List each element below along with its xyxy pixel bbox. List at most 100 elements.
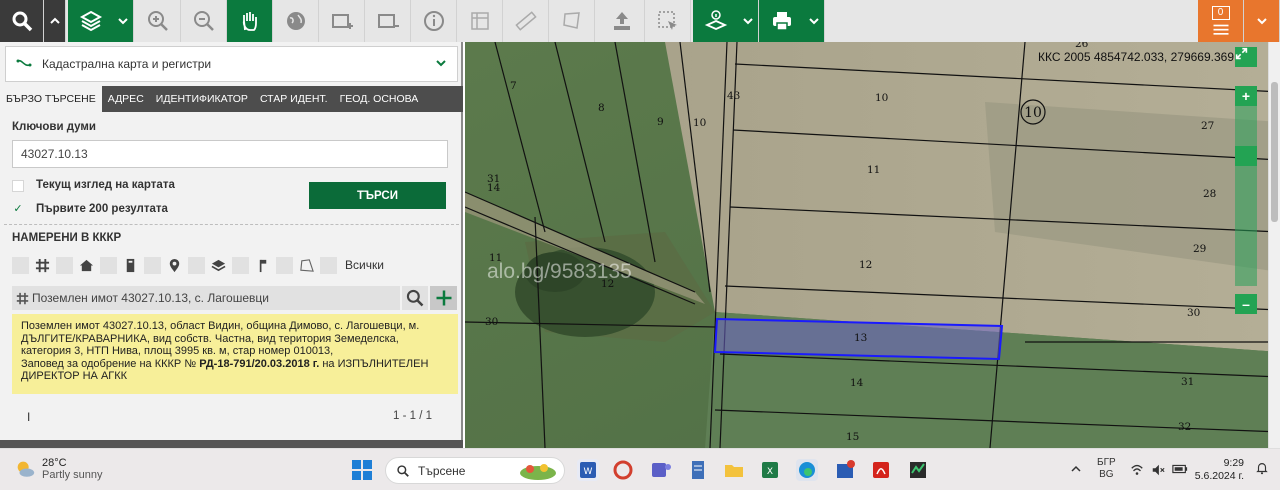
add-result-button[interactable]: [430, 286, 457, 310]
tab-quick-search[interactable]: БЪРЗО ТЪРСЕНЕ: [0, 86, 102, 112]
fullscreen-button[interactable]: [1235, 47, 1257, 67]
identify-layer-icon: [704, 10, 727, 30]
current-view-checkbox[interactable]: [12, 180, 24, 192]
select-area-icon: [657, 11, 677, 30]
language-code: БГР: [1097, 457, 1116, 468]
system-clock[interactable]: 9:29 5.6.2024 г.: [1195, 457, 1244, 483]
taskbar-app-notes[interactable]: [687, 459, 709, 481]
search-tool-button[interactable]: [0, 0, 44, 42]
survey-marker-icon: [254, 257, 271, 274]
page-scrollbar[interactable]: [1268, 42, 1280, 448]
layers-dropdown[interactable]: [112, 0, 134, 42]
taskbar-search-placeholder: Търсене: [418, 463, 466, 478]
ruler-button[interactable]: [503, 0, 549, 42]
windows-taskbar: 28°C Partly sunny Търсене W X БГР BG 9:2…: [0, 448, 1280, 490]
info-button[interactable]: [411, 0, 457, 42]
chevron-down-icon: [117, 18, 128, 25]
search-tabs: БЪРЗО ТЪРСЕНЕ АДРЕС ИДЕНТИФИКАТОР СТАР И…: [0, 86, 463, 112]
scrollbar-thumb[interactable]: [1271, 82, 1278, 222]
pan-button[interactable]: [227, 0, 273, 42]
svg-text:X: X: [767, 467, 773, 477]
measure-table-button[interactable]: [457, 0, 503, 42]
watermark: alo.bg/9583135: [487, 260, 632, 283]
taskbar-app-word[interactable]: W: [577, 459, 599, 481]
language-indicator[interactable]: БГР BG: [1097, 457, 1116, 481]
result-description: Поземлен имот 43027.10.13, област Видин,…: [21, 320, 420, 357]
print-icon: [772, 12, 791, 31]
filter-checkbox[interactable]: [188, 256, 205, 274]
volume-muted-icon[interactable]: [1151, 463, 1165, 480]
tab-identifier[interactable]: ИДЕНТИФИКАТОР: [150, 86, 254, 112]
notifications-button[interactable]: 0: [1198, 0, 1244, 42]
taskbar-app-monitor[interactable]: [907, 459, 929, 481]
filter-checkbox[interactable]: [56, 256, 73, 274]
filter-checkbox[interactable]: [12, 256, 29, 274]
zoom-controls: + –: [1235, 42, 1259, 322]
tab-address[interactable]: АДРЕС: [102, 86, 150, 112]
tab-old-identifier[interactable]: СТАР ИДЕНТ.: [254, 86, 334, 112]
grid-icon: [12, 292, 32, 305]
remove-frame-button[interactable]: [365, 0, 411, 42]
filter-checkbox[interactable]: [144, 256, 161, 274]
identify-layer-button[interactable]: [693, 0, 739, 42]
tray-chevron-up-icon[interactable]: [1070, 463, 1082, 478]
globe-button[interactable]: [273, 0, 319, 42]
filter-checkbox[interactable]: [100, 256, 117, 274]
svg-text:32: 32: [1178, 421, 1191, 433]
tab-geodetic-base[interactable]: ГЕОД. ОСНОВА: [334, 86, 425, 112]
search-button[interactable]: ТЪРСИ: [309, 182, 446, 209]
filter-all-label: Всички: [345, 258, 384, 272]
battery-icon[interactable]: [1172, 463, 1188, 478]
found-label: НАМЕРЕНИ В КККР: [12, 232, 122, 244]
layer-select[interactable]: Кадастрална карта и регистри: [5, 46, 458, 82]
taskbar-app-explorer[interactable]: [723, 459, 745, 481]
svg-text:W: W: [584, 467, 593, 477]
pdf-icon: [873, 462, 889, 478]
filter-checkbox[interactable]: [276, 256, 293, 274]
taskbar-app-calendar[interactable]: [834, 459, 856, 481]
start-button[interactable]: [351, 459, 373, 481]
collapse-button[interactable]: [44, 0, 66, 42]
clock-time: 9:29: [1223, 457, 1244, 469]
result-header[interactable]: Поземлен имот 43027.10.13, с. Лагошевци: [12, 286, 400, 310]
taskbar-app-pdf[interactable]: [870, 459, 892, 481]
user-dropdown[interactable]: [1244, 0, 1280, 42]
map-view[interactable]: 10 26 7 8 9 10 43 10 27 11 31 14 28 29 1…: [465, 42, 1280, 448]
first-200-checkbox[interactable]: ✓: [12, 204, 24, 216]
filter-checkbox[interactable]: [232, 256, 249, 274]
zoom-out-button[interactable]: [181, 0, 227, 42]
select-area-button[interactable]: [645, 0, 691, 42]
weather-widget[interactable]: 28°C Partly sunny: [14, 457, 103, 481]
zoom-to-result-button[interactable]: [402, 286, 428, 310]
polygon-button[interactable]: [549, 0, 595, 42]
taskbar-app-teams[interactable]: [650, 459, 672, 481]
zoom-out-map-button[interactable]: –: [1235, 294, 1257, 314]
keywords-input[interactable]: 43027.10.13: [12, 140, 448, 168]
notification-bell-icon[interactable]: [1255, 461, 1269, 478]
first-200-label: Първите 200 резултата: [36, 203, 168, 215]
remove-frame-icon: [377, 14, 399, 28]
search-icon: [406, 289, 424, 307]
identify-dropdown[interactable]: [737, 0, 759, 42]
zoom-in-map-button[interactable]: +: [1235, 86, 1257, 106]
svg-text:10: 10: [875, 92, 888, 104]
taskbar-search[interactable]: Търсене: [385, 457, 565, 484]
upload-button[interactable]: [599, 0, 645, 42]
layers-button[interactable]: [68, 0, 114, 42]
zoom-slider[interactable]: [1235, 106, 1257, 286]
filter-checkbox-all[interactable]: [320, 256, 337, 274]
panel-footer: [0, 440, 463, 448]
result-title: Поземлен имот 43027.10.13, с. Лагошевци: [32, 291, 269, 305]
print-dropdown[interactable]: [803, 0, 825, 42]
print-button[interactable]: [759, 0, 805, 42]
add-frame-button[interactable]: [319, 0, 365, 42]
taskbar-app-excel[interactable]: X: [759, 459, 781, 481]
word-icon: W: [580, 462, 596, 478]
polygon-icon: [562, 12, 580, 29]
svg-text:28: 28: [1203, 188, 1216, 200]
taskbar-app-snip[interactable]: [612, 459, 634, 481]
zoom-in-button[interactable]: [135, 0, 181, 42]
taskbar-app-edge[interactable]: [796, 459, 818, 481]
wifi-icon[interactable]: [1130, 463, 1144, 480]
zoom-slider-thumb[interactable]: [1235, 146, 1257, 166]
